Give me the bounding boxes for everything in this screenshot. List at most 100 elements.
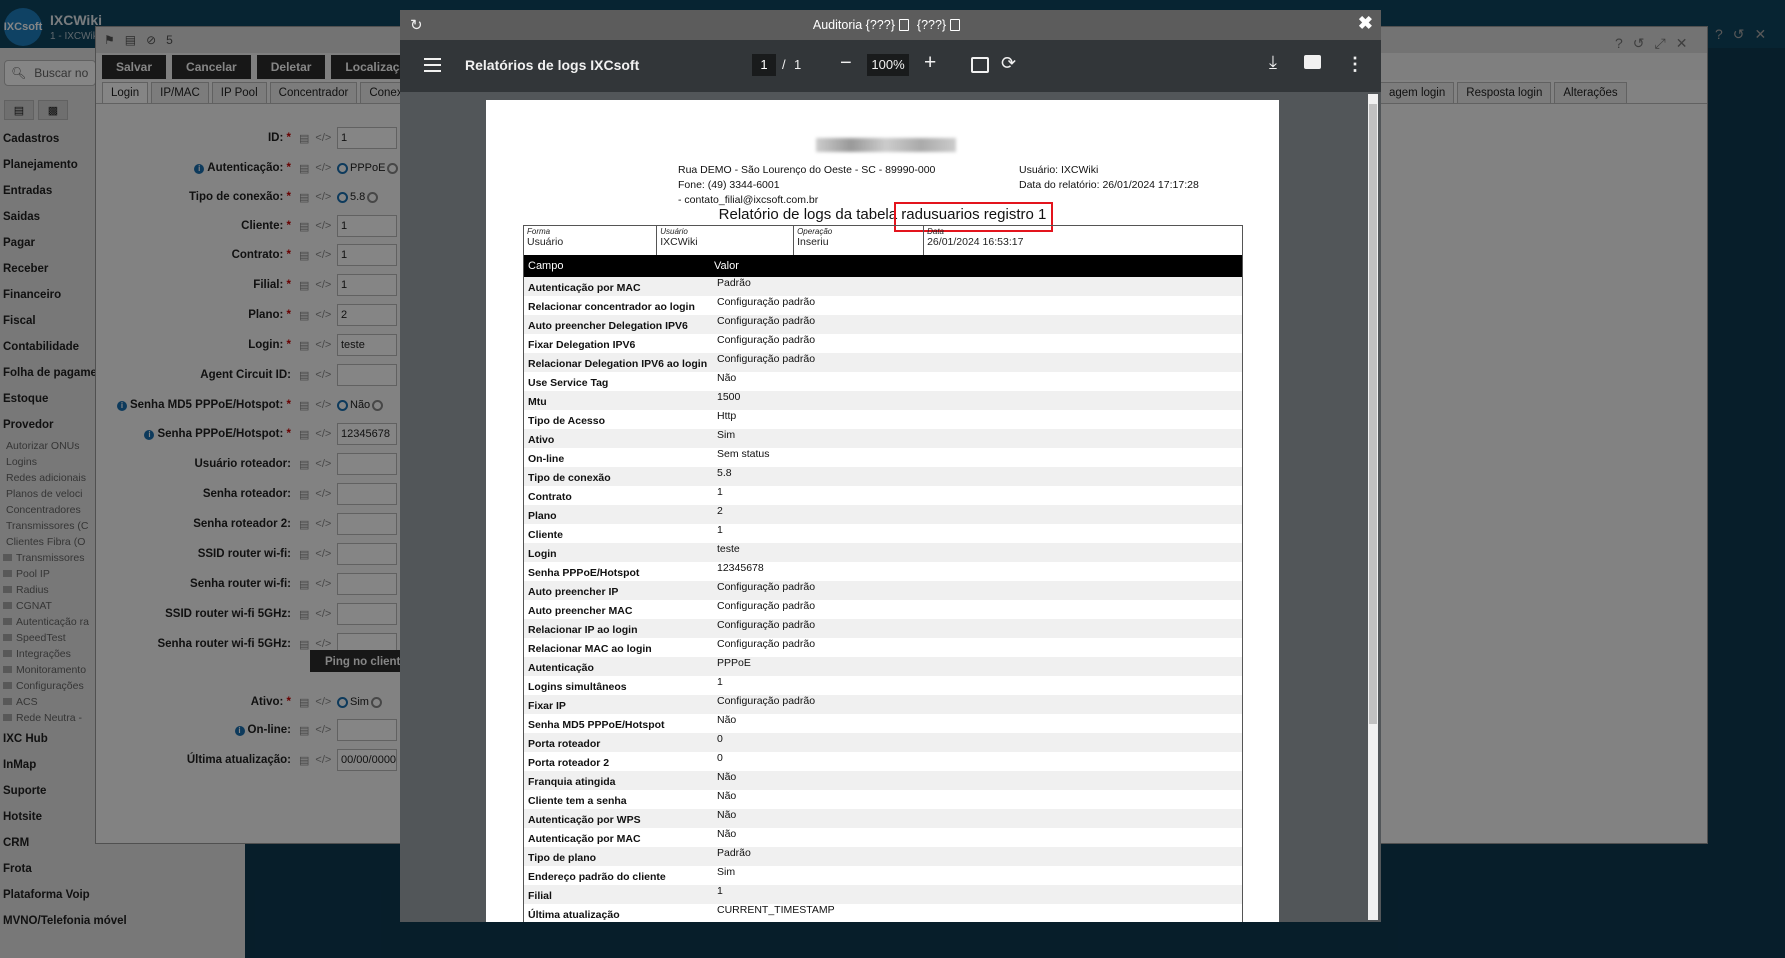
field-value: 12345678 bbox=[717, 562, 764, 574]
refresh-icon[interactable]: ↻ bbox=[410, 16, 423, 34]
field-value: Configuração padrão bbox=[717, 638, 816, 650]
pdf-scrollbar[interactable] bbox=[1368, 94, 1378, 920]
field-value: Configuração padrão bbox=[717, 334, 816, 346]
field-value: 1 bbox=[717, 486, 723, 498]
zoom-input[interactable]: 100% bbox=[867, 54, 909, 76]
field-name: Use Service Tag bbox=[528, 377, 609, 389]
field-name: Relacionar concentrador ao login bbox=[528, 301, 695, 313]
field-value: Não bbox=[717, 771, 737, 783]
field-name: Ativo bbox=[528, 434, 555, 446]
zoom-out-icon[interactable]: − bbox=[840, 52, 852, 75]
copy-icon[interactable] bbox=[950, 19, 961, 31]
table-row: Senha PPPoE/Hotspot 12345678 bbox=[524, 562, 1242, 581]
info-value: IXCWiki bbox=[660, 236, 698, 248]
dialog-title-a: Auditoria {???} bbox=[812, 18, 895, 32]
page-total: 1 bbox=[794, 57, 802, 72]
field-name: On-line bbox=[528, 453, 565, 465]
field-value: Não bbox=[717, 372, 737, 384]
table-row: Plano 2 bbox=[524, 505, 1242, 524]
field-name: Cliente bbox=[528, 529, 564, 541]
rotate-icon[interactable]: ⟳ bbox=[1001, 53, 1016, 74]
field-value: Configuração padrão bbox=[717, 600, 816, 612]
field-name: Relacionar IP ao login bbox=[528, 624, 638, 636]
info-cell: Data 26/01/2024 16:53:17 bbox=[923, 225, 1243, 256]
table-row: Relacionar IP ao login Configuração padrã… bbox=[524, 619, 1242, 638]
close-icon[interactable]: ✖ bbox=[1358, 13, 1373, 34]
field-value: Não bbox=[717, 790, 737, 802]
field-name: Login bbox=[528, 548, 557, 560]
field-value: Não bbox=[717, 809, 737, 821]
download-icon[interactable]: ⤓ bbox=[1269, 52, 1277, 73]
table-row: On-line Sem status bbox=[524, 448, 1242, 467]
more-options-icon[interactable]: ⋮ bbox=[1346, 54, 1364, 75]
page-number-input[interactable]: 1 bbox=[752, 54, 776, 76]
field-value: Não bbox=[717, 714, 737, 726]
field-name: Logins simultâneos bbox=[528, 681, 627, 693]
table-row: Auto preencher MAC Configuração padrão bbox=[524, 600, 1242, 619]
company-logo-blurred bbox=[816, 138, 956, 152]
field-name: Tipo de plano bbox=[528, 852, 597, 864]
fit-page-icon[interactable] bbox=[971, 57, 989, 73]
field-name: Filial bbox=[528, 890, 552, 902]
table-row: Senha MD5 PPPoE/Hotspot Não bbox=[524, 714, 1242, 733]
table-row: Franquia atingida Não bbox=[524, 771, 1242, 790]
info-value: Inseriu bbox=[797, 236, 829, 248]
info-cell: Operação Inseriu bbox=[793, 225, 925, 256]
field-name: Tipo de Acesso bbox=[528, 415, 606, 427]
report-date: Data do relatório: 26/01/2024 17:17:28 bbox=[1019, 179, 1199, 191]
table-row: Tipo de Acesso Http bbox=[524, 410, 1242, 429]
field-value: 0 bbox=[717, 752, 723, 764]
company-address: Rua DEMO - São Lourenço do Oeste - SC - … bbox=[678, 164, 936, 176]
field-name: Autenticação por WPS bbox=[528, 814, 641, 826]
info-caption: Forma bbox=[527, 227, 551, 236]
table-row: Contrato 1 bbox=[524, 486, 1242, 505]
menu-icon[interactable] bbox=[424, 58, 441, 72]
field-name: Autenticação por MAC bbox=[528, 833, 641, 845]
table-row: Fixar Delegation IPV6 Configuração padrão bbox=[524, 334, 1242, 353]
report-info-table: Forma Usuário Usuário IXCWiki Operação Inseri… bbox=[522, 225, 1243, 256]
table-row: Filial 1 bbox=[524, 885, 1242, 904]
pdf-title: Relatórios de logs IXCsoft bbox=[465, 57, 640, 73]
print-icon[interactable] bbox=[1304, 55, 1321, 69]
audit-dialog: ↻ Auditoria {???} {???} ✖ Relatórios de … bbox=[400, 10, 1381, 922]
report-data-table: Campo Valor Autenticação por MAC Padrão Re… bbox=[523, 255, 1243, 922]
table-row: Tipo de conexão 5.8 bbox=[524, 467, 1242, 486]
field-name: Contrato bbox=[528, 491, 572, 503]
field-value: Sem status bbox=[717, 448, 770, 460]
field-name: Fixar Delegation IPV6 bbox=[528, 339, 636, 351]
field-name: Última atualização bbox=[528, 909, 620, 921]
info-cell: Usuário IXCWiki bbox=[656, 225, 795, 256]
field-name: Mtu bbox=[528, 396, 547, 408]
field-name: Relacionar MAC ao login bbox=[528, 643, 652, 655]
field-name: Relacionar Delegation IPV6 ao login bbox=[528, 358, 708, 370]
field-name: Fixar IP bbox=[528, 700, 566, 712]
table-row: Relacionar concentrador ao login Configur… bbox=[524, 296, 1242, 315]
table-row: Logins simultâneos 1 bbox=[524, 676, 1242, 695]
copy-icon[interactable] bbox=[898, 19, 909, 31]
field-value: Http bbox=[717, 410, 737, 422]
field-name: Senha MD5 PPPoE/Hotspot bbox=[528, 719, 665, 731]
table-row: Endereço padrão do cliente Sim bbox=[524, 866, 1242, 885]
column-header-valor: Valor bbox=[714, 260, 739, 272]
field-value: Não bbox=[717, 828, 737, 840]
field-name: Autenticação bbox=[528, 662, 594, 674]
field-name: Auto preencher Delegation IPV6 bbox=[528, 320, 688, 332]
field-name: Senha PPPoE/Hotspot bbox=[528, 567, 640, 579]
table-row: Ativo Sim bbox=[524, 429, 1242, 448]
field-value: 1 bbox=[717, 524, 723, 536]
pdf-viewport[interactable]: Rua DEMO - São Lourenço do Oeste - SC - … bbox=[400, 92, 1381, 922]
table-row: Relacionar MAC ao login Configuração padr… bbox=[524, 638, 1242, 657]
field-value: Configuração padrão bbox=[717, 695, 816, 707]
zoom-in-icon[interactable]: + bbox=[924, 51, 936, 75]
report-meta: Usuário: IXCWiki Data do relatório: 26/0… bbox=[1019, 163, 1199, 193]
table-row: Autenticação por WPS Não bbox=[524, 809, 1242, 828]
info-cell: Forma Usuário bbox=[522, 225, 658, 256]
field-value: Sim bbox=[717, 429, 736, 441]
column-header-campo: Campo bbox=[528, 260, 564, 272]
scrollbar-thumb[interactable] bbox=[1369, 104, 1377, 724]
field-value: Sim bbox=[717, 866, 736, 878]
pdf-toolbar: Relatórios de logs IXCsoft 1 / 1 − 100% … bbox=[400, 40, 1381, 92]
field-value: 2 bbox=[717, 505, 723, 517]
company-phone: Fone: (49) 3344-6001 bbox=[678, 179, 780, 191]
page-separator: / bbox=[782, 57, 786, 72]
